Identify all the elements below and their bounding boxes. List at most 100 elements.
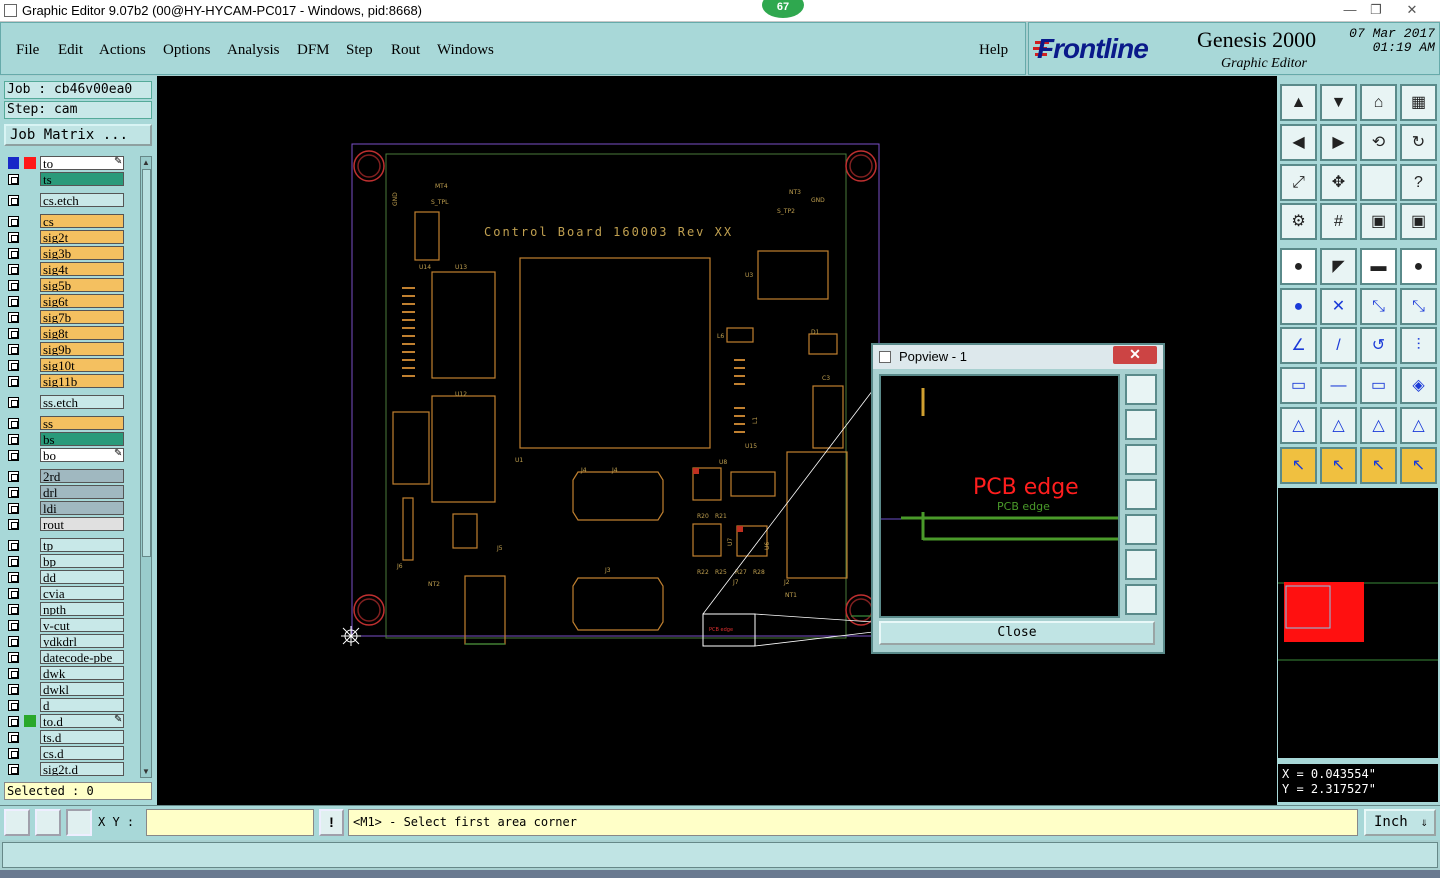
angle-icon[interactable]: ∠ [1280,327,1317,364]
popview-close-button[interactable]: Close [879,621,1155,645]
layer-scrollbar[interactable]: ▲ ▼ [140,156,152,778]
layer-name[interactable]: sig3b [40,246,124,260]
layer-checkbox[interactable] [8,519,19,530]
layer-name[interactable]: to [40,156,124,170]
menu-dfm[interactable]: DFM [297,42,330,59]
connect-nodes-icon[interactable]: ● [1280,288,1317,325]
layer-name[interactable]: ss.etch [40,395,124,409]
layer-name[interactable]: ts.d [40,730,124,744]
layer-checkbox[interactable] [8,684,19,695]
layer-row[interactable]: tp [4,538,126,553]
layer-name[interactable]: sig5b [40,278,124,292]
layer-row[interactable]: drl [4,485,126,500]
menu-options[interactable]: Options [163,42,211,59]
layer-name[interactable]: datecode-pbe [40,650,124,664]
layer-row[interactable]: sig2t [4,230,126,245]
layer-checkbox[interactable] [8,572,19,583]
fit-profile-icon[interactable]: ✥ [1320,164,1357,201]
layer-name[interactable]: ldi [40,501,124,515]
layer-checkbox[interactable] [8,732,19,743]
scroll-down-icon[interactable]: ▼ [142,767,150,776]
popview-pan-right-icon[interactable] [1125,514,1157,545]
layers-red-icon[interactable]: ▣ [1360,203,1397,240]
overview-preview[interactable] [1278,488,1438,758]
popview-close-icon[interactable]: ✕ [1113,346,1157,364]
layer-checkbox[interactable] [8,232,19,243]
popview-home-icon[interactable] [1125,584,1157,615]
layer-name[interactable]: cvia [40,586,124,600]
grid-snap-icon[interactable] [66,809,92,836]
line-point-alt-icon[interactable]: ⤡ [1400,288,1437,325]
shapes-icon[interactable]: ◈ [1400,367,1437,404]
layer-row[interactable]: bs [4,432,126,447]
layer-checkbox[interactable] [8,280,19,291]
triangle-delta-icon[interactable]: △ [1400,407,1437,444]
popview-canvas[interactable]: PCB edge PCB edge [879,374,1120,618]
home-icon[interactable]: ⌂ [1360,84,1397,121]
layer-checkbox[interactable] [8,764,19,775]
layer-row[interactable]: 2rd [4,469,126,484]
zoom-home-icon[interactable]: ⟲ [1360,124,1397,161]
layer-row[interactable]: dd [4,570,126,585]
layer-row[interactable]: datecode-pbe [4,650,126,665]
fit-screen-icon[interactable]: ⤢ [1280,164,1317,201]
layer-row[interactable]: sig4t [4,262,126,277]
layer-row[interactable]: sig7b [4,310,126,325]
layer-row[interactable]: rout [4,517,126,532]
layer-row[interactable]: sig5b [4,278,126,293]
layer-row[interactable]: ldi [4,501,126,516]
layer-row[interactable]: ss.etch [4,395,126,410]
measure-mode-icon[interactable] [35,809,61,836]
layer-row[interactable]: cvia [4,586,126,601]
layer-checkbox[interactable] [8,556,19,567]
exclaim-button[interactable]: ! [319,809,344,836]
triangle-icon[interactable]: △ [1280,407,1317,444]
layer-checkbox[interactable] [8,376,19,387]
pointer-circle-icon[interactable]: ↖ [1360,447,1397,484]
menu-actions[interactable]: Actions [99,42,146,59]
layer-checkbox[interactable] [8,328,19,339]
layer-name[interactable]: cs [40,214,124,228]
layer-name[interactable]: cs.etch [40,193,124,207]
xy-input[interactable] [146,809,314,836]
layer-name[interactable]: sig8t [40,326,124,340]
zoom-down-icon[interactable]: ▼ [1320,84,1357,121]
layer-name[interactable]: sig10t [40,358,124,372]
layer-row[interactable]: dwkl [4,682,126,697]
layer-checkbox[interactable] [8,397,19,408]
zoom-up-icon[interactable]: ▲ [1280,84,1317,121]
layer-row[interactable]: sig10t [4,358,126,373]
layer-row[interactable]: sig8t [4,326,126,341]
layer-checkbox[interactable] [8,248,19,259]
minus-line-icon[interactable]: — [1320,367,1357,404]
menu-rout[interactable]: Rout [391,42,420,59]
scroll-up-icon[interactable]: ▲ [142,158,150,167]
layer-name[interactable]: tp [40,538,124,552]
grid-icon[interactable]: # [1320,203,1357,240]
layer-name[interactable]: d [40,698,124,712]
layer-checkbox[interactable] [8,264,19,275]
layer-row[interactable]: ts.d [4,730,126,745]
scale-1-2-icon[interactable] [1360,164,1397,201]
menu-analysis[interactable]: Analysis [227,42,280,59]
line-point-icon[interactable]: ⤡ [1360,288,1397,325]
layer-row[interactable]: cs.etch [4,193,126,208]
layer-checkbox[interactable] [8,668,19,679]
layer-row[interactable]: to ✎ [4,156,126,171]
popview-pan-left-icon[interactable] [1125,479,1157,510]
slash-icon[interactable]: / [1320,327,1357,364]
layer-name[interactable]: sig6t [40,294,124,308]
layer-name[interactable]: bp [40,554,124,568]
layer-row[interactable]: ydkdrl [4,634,126,649]
layer-name[interactable]: sig2t [40,230,124,244]
layer-row[interactable]: cs.d [4,746,126,761]
layer-name[interactable]: rout [40,517,124,531]
redraw-icon[interactable]: ↻ [1400,124,1437,161]
menu-file[interactable]: File [16,42,39,59]
layer-checkbox[interactable] [8,434,19,445]
layer-checkbox[interactable] [8,450,19,461]
layer-checkbox[interactable] [8,636,19,647]
menu-edit[interactable]: Edit [58,42,83,59]
layer-checkbox[interactable] [8,503,19,514]
layer-checkbox[interactable] [8,620,19,631]
